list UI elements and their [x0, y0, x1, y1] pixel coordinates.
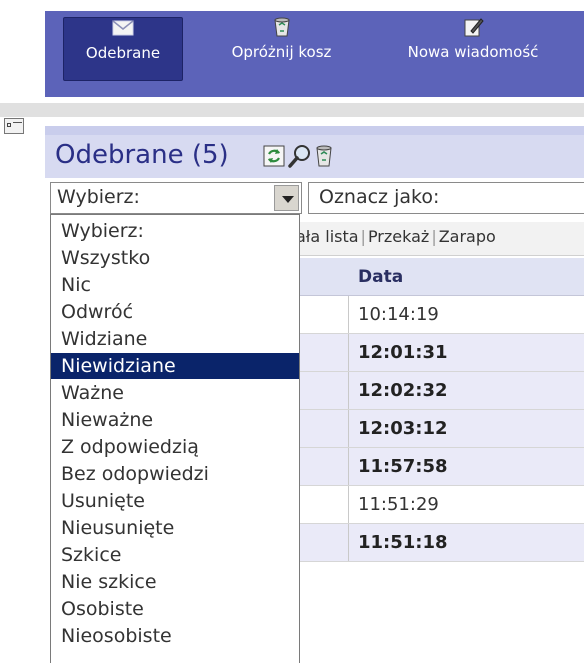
- folder-title-label: Odebrane: [55, 140, 184, 170]
- dropdown-option[interactable]: Osobiste: [51, 596, 299, 622]
- dropdown-option[interactable]: Ważne: [51, 380, 299, 406]
- magnifier-icon[interactable]: [288, 144, 312, 168]
- dropdown-option[interactable]: Nic: [51, 272, 299, 298]
- selection-select[interactable]: Wybierz:: [50, 182, 302, 214]
- dropdown-option[interactable]: Nieusunięte: [51, 515, 299, 541]
- dropdown-option[interactable]: Wszystko: [51, 245, 299, 271]
- dropdown-option[interactable]: Widziane: [51, 326, 299, 352]
- dropdown-option[interactable]: Nie szkice: [51, 569, 299, 595]
- dropdown-option[interactable]: Bez odopwiedzi: [51, 461, 299, 487]
- dropdown-option[interactable]: Z odpowiedzią: [51, 434, 299, 460]
- new-message-button[interactable]: Nowa wiadomość: [373, 17, 573, 81]
- dropdown-option[interactable]: Niewidziane: [51, 353, 299, 379]
- dropdown-option[interactable]: Wybierz:: [51, 218, 299, 244]
- recycle-bin-icon: [273, 17, 290, 37]
- message-time: 11:57:58: [358, 456, 448, 477]
- message-time: 11:51:18: [358, 532, 448, 553]
- envelope-icon: [112, 20, 134, 36]
- empty-trash-button[interactable]: Opróżnij kosz: [193, 17, 370, 81]
- postpone-link[interactable]: Zarapo: [439, 227, 496, 246]
- table-row[interactable]: 12:01:31: [296, 334, 584, 372]
- panel-toggle-dot: [7, 123, 11, 127]
- inbox-button[interactable]: Odebrane: [63, 17, 183, 81]
- folder-count: (5): [191, 140, 229, 170]
- table-header: Data: [296, 258, 584, 296]
- chevron-down-icon[interactable]: [274, 185, 299, 211]
- link-separator: |: [360, 227, 366, 246]
- inbox-label: Odebrane: [85, 44, 161, 62]
- message-time: 12:01:31: [358, 342, 448, 363]
- folder-title: Odebrane (5): [55, 140, 229, 170]
- date-column-header[interactable]: Data: [358, 267, 403, 287]
- refresh-icon[interactable]: [262, 144, 286, 168]
- dropdown-option[interactable]: Odwróć: [51, 299, 299, 325]
- selection-value: Wybierz:: [57, 186, 140, 208]
- table-row[interactable]: 12:03:12: [296, 410, 584, 448]
- table-row[interactable]: 12:02:32: [296, 372, 584, 410]
- panel-toggle-icon[interactable]: [4, 118, 24, 134]
- separator-strip: [0, 103, 584, 117]
- link-separator: |: [431, 227, 437, 246]
- panel-toggle-line: [13, 122, 22, 123]
- full-list-link[interactable]: ała lista: [296, 227, 359, 246]
- recycle-bin-icon[interactable]: [312, 144, 336, 168]
- dropdown-option[interactable]: Nieważne: [51, 407, 299, 433]
- forward-link[interactable]: Przekaż: [368, 227, 429, 246]
- selection-dropdown-list: Wybierz: Wszystko Nic Odwróć Widziane Niewidz…: [50, 214, 300, 663]
- dropdown-option[interactable]: Szkice: [51, 542, 299, 568]
- empty-trash-label: Opróżnij kosz: [231, 43, 332, 61]
- new-message-label: Nowa wiadomość: [407, 43, 539, 61]
- message-time: 11:51:29: [358, 494, 439, 515]
- action-links: ała lista | Przekaż | Zarapo: [296, 222, 584, 256]
- table-row[interactable]: 11:51:18: [296, 524, 584, 562]
- dropdown-option[interactable]: Usunięte: [51, 488, 299, 514]
- dropdown-option[interactable]: Nieosobiste: [51, 623, 299, 649]
- message-time: 12:03:12: [358, 418, 448, 439]
- table-row[interactable]: 10:14:19: [296, 296, 584, 334]
- mark-as-select[interactable]: Oznacz jako:: [308, 182, 584, 214]
- mark-as-value: Oznacz jako:: [319, 186, 440, 208]
- table-row[interactable]: 11:57:58: [296, 448, 584, 486]
- message-time: 12:02:32: [358, 380, 448, 401]
- table-row[interactable]: 11:51:29: [296, 486, 584, 524]
- message-time: 10:14:19: [358, 304, 439, 325]
- toolbar: Odebrane Opróżnij kosz Nowa wiadomość: [0, 0, 584, 103]
- compose-icon: [464, 18, 484, 37]
